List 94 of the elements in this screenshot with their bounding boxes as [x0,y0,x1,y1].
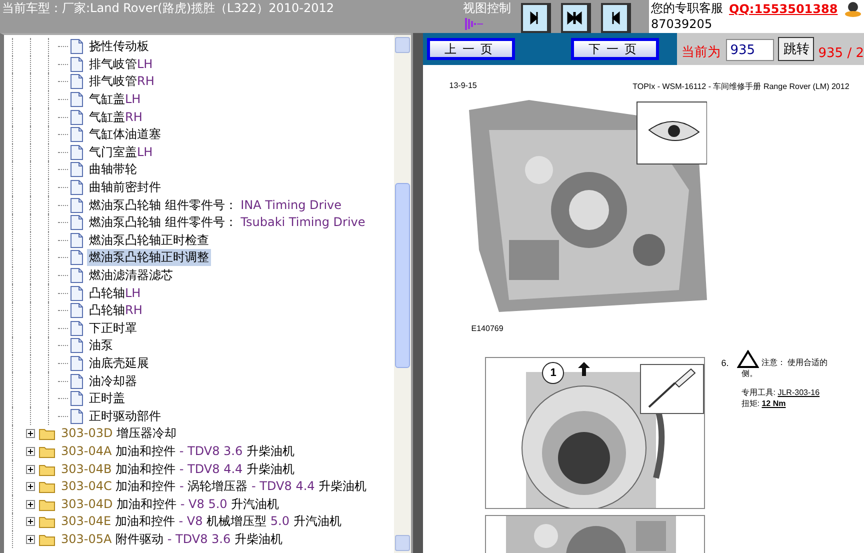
phone-number: 87039205 [651,17,714,31]
step-number: 6. [721,358,730,368]
folder-icon [39,427,55,440]
expand-toggle[interactable] [26,534,35,544]
tree-item[interactable]: 燃油滤清器滤芯 [87,267,175,284]
document-icon [70,232,83,248]
tree-item[interactable]: 油冷却器 [87,372,139,390]
expand-toggle[interactable] [26,500,35,509]
tree-folder[interactable]: 303-05A 附件驱动 - TDV8 3.6 升柴油机 [59,530,284,548]
avatar-icon [844,0,862,16]
tree-item[interactable]: 油泵 [87,337,115,354]
tree-item[interactable]: 油底壳延展 [87,354,151,372]
expand-toggle[interactable] [26,464,35,474]
document-icon [70,268,83,284]
qq-link[interactable]: QQ:1553501388 [729,2,838,16]
current-page-label: 当前为 [681,44,720,61]
document-icon [70,74,83,90]
caution-text: 注意： 使用合适的 [761,357,828,368]
tree-item[interactable]: 正时驱动部件 [87,408,163,425]
document-icon [70,320,83,336]
support-label: 您的专职客服 [651,0,723,17]
expand-toggle[interactable] [26,517,35,526]
document-icon [70,162,83,178]
document-icon [70,286,83,301]
tree-item[interactable]: 燃油泵凸轮轴 组件零件号： Tsubaki Timing Drive [87,214,368,232]
tree-item[interactable]: 燃油泵凸轮轴正时调整 [87,249,211,266]
tree-item[interactable]: 排气岐管LH [87,56,155,73]
next-page-button[interactable]: 下一页 [571,38,660,60]
vehicle-title: 当前车型：厂家:Land Rover(路虎)揽胜（L322）2010-2012 [2,0,336,17]
tree-item[interactable]: 曲轴前密封件 [87,179,163,196]
expand-toggle[interactable] [26,446,35,456]
folder-icon [39,480,55,494]
tree-item[interactable]: 燃油泵凸轮轴正时检查 [87,232,211,249]
tree-item[interactable]: 气缸体油道塞 [87,126,163,144]
warning-icon [737,350,760,368]
document-icon [70,144,83,160]
document-icon [70,215,83,230]
document-icon [70,338,83,354]
tree-folder[interactable]: 303-04E 加油和控件 - V8 机械增压型 5.0 升汽油机 [59,513,344,530]
document-icon [70,391,83,406]
tree-item[interactable]: 气缸盖RH [87,108,144,126]
signal-icon [465,18,483,30]
document-icon [70,303,83,318]
folder-icon [39,444,55,458]
tree-item[interactable]: 凸轮轴RH [87,302,144,320]
page-count: 935 / 2 [818,46,864,61]
expand-toggle[interactable] [26,482,35,492]
document-icon [70,198,83,213]
caution-text: 侧。 [741,368,758,379]
document-icon [70,127,83,142]
folder-icon [39,498,55,511]
page-input[interactable]: 935 [726,39,774,61]
scrollbar[interactable] [394,33,412,553]
tree-item[interactable]: 气门室盖LH [87,144,155,161]
document-icon [70,39,83,54]
tree-item[interactable]: 凸轮轴LH [87,284,143,302]
tree-item[interactable]: 曲轴带轮 [87,161,139,178]
view-toggle-button[interactable] [601,3,631,33]
document-icon [70,110,83,125]
tree-folder[interactable]: 303-04D 加油和控件 - V8 5.0 升汽油机 [59,496,282,513]
document-icon [70,408,83,424]
tree-item[interactable]: 燃油泵凸轮轴 组件零件号： INA Timing Drive [87,196,344,214]
tree-folder[interactable]: 303-03D 增压器冷却 [59,425,179,442]
previous-page-button[interactable]: 上一页 [427,38,516,60]
tree-item[interactable]: 下正时罩 [87,320,139,337]
folder-icon [39,462,55,476]
tool-link[interactable]: JLR-303-16 [778,388,820,397]
torque-link[interactable]: 12 Nm [762,399,786,408]
expand-toggle[interactable] [26,429,35,438]
document-icon [70,250,83,266]
document-date: 13-9-15 [449,81,477,92]
folder-icon [39,515,55,528]
torque-label: 扭矩: [741,399,760,408]
tree-folder[interactable]: 303-04B 加油和控件 - TDV8 4.4 升柴油机 [59,460,296,478]
tree-item[interactable]: 正时盖 [87,390,127,408]
tree-item[interactable]: 气缸盖LH [87,91,143,108]
document-icon [70,180,83,196]
view-toggle-button[interactable] [521,3,551,33]
document-icon [70,374,83,389]
tree-item[interactable]: 排气岐管RH [87,73,156,90]
document-icon [70,92,83,108]
tool-label: 专用工具: [741,388,776,397]
view-toggle-button[interactable] [561,3,591,33]
pane-splitter[interactable] [411,33,424,553]
figure-id: E140769 [471,324,504,333]
tree-folder[interactable]: 303-04A 加油和控件 - TDV8 3.6 升柴油机 [59,442,296,460]
tree-item[interactable]: 挠性传动板 [87,38,151,56]
folder-icon [39,532,55,546]
document-icon [70,356,83,371]
view-control-label: 视图控制 [463,1,512,15]
document-header: TOPIx - WSM-16112 - 车间维修手册 Range Rover (LM) 2012 [632,81,850,92]
document-icon [70,56,83,72]
tree-folder[interactable]: 303-04C 加油和控件 - 涡轮增压器 - TDV8 4.4 升柴油机 [59,478,369,496]
go-button[interactable]: 跳转 [778,37,814,61]
